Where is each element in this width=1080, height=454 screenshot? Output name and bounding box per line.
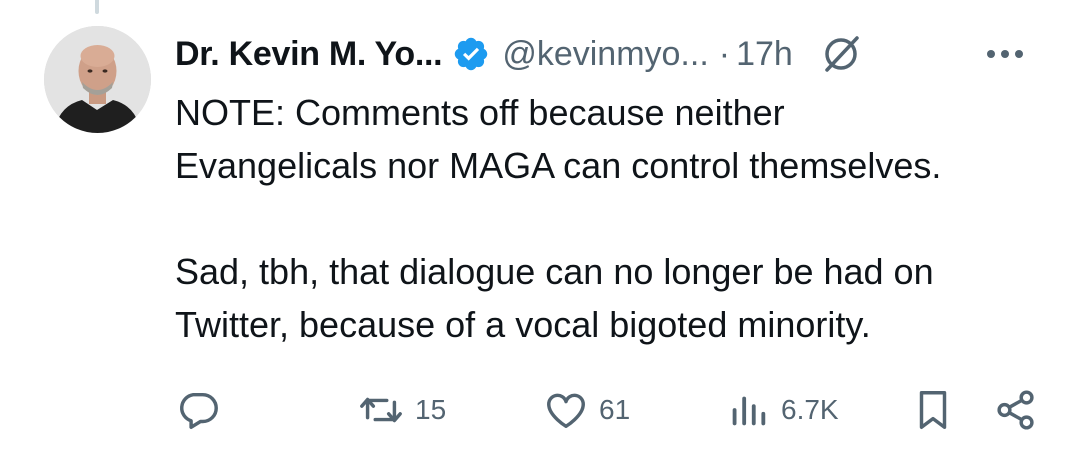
retweet-icon: [357, 387, 405, 433]
like-button[interactable]: 61: [543, 382, 630, 438]
avatar[interactable]: [44, 26, 151, 133]
views-button[interactable]: 6.7K: [725, 382, 839, 438]
retweet-button[interactable]: 15: [357, 382, 446, 438]
grok-icon[interactable]: [819, 32, 863, 76]
more-icon[interactable]: [980, 34, 1030, 74]
avatar-image: [44, 26, 151, 133]
action-bar: 15 61 6.7K: [175, 382, 1045, 438]
reply-button[interactable]: [175, 382, 231, 438]
tweet-text-line: NOTE: Comments off because neither: [175, 92, 785, 133]
timestamp[interactable]: 17h: [736, 35, 793, 74]
separator-dot: ·: [718, 34, 731, 73]
view-count: 6.7K: [781, 394, 839, 425]
author-name[interactable]: Dr. Kevin M. Yo...: [175, 35, 443, 74]
tweet-text-line: Evangelicals nor MAGA can control themse…: [175, 145, 942, 186]
views-icon: [725, 387, 771, 433]
verified-badge-icon[interactable]: [452, 35, 490, 73]
like-count: 61: [599, 394, 631, 425]
bookmark-icon: [910, 387, 956, 433]
share-icon: [993, 387, 1039, 433]
bookmark-button[interactable]: [910, 382, 956, 438]
like-icon: [543, 387, 589, 433]
thread-connector-line: [95, 0, 99, 14]
reply-icon: [175, 387, 221, 433]
tweet-text-line: Sad, tbh, that dialogue can no longer be…: [175, 251, 934, 292]
tweet-text: NOTE: Comments off because neither Evang…: [175, 86, 1065, 351]
share-button[interactable]: [993, 382, 1039, 438]
retweet-count: 15: [415, 394, 447, 425]
tweet-header: Dr. Kevin M. Yo... @kevinmyo... · 17h: [175, 28, 1060, 80]
tweet-text-line: Twitter, because of a vocal bigoted mino…: [175, 304, 871, 345]
author-handle[interactable]: @kevinmyo...: [502, 35, 708, 74]
